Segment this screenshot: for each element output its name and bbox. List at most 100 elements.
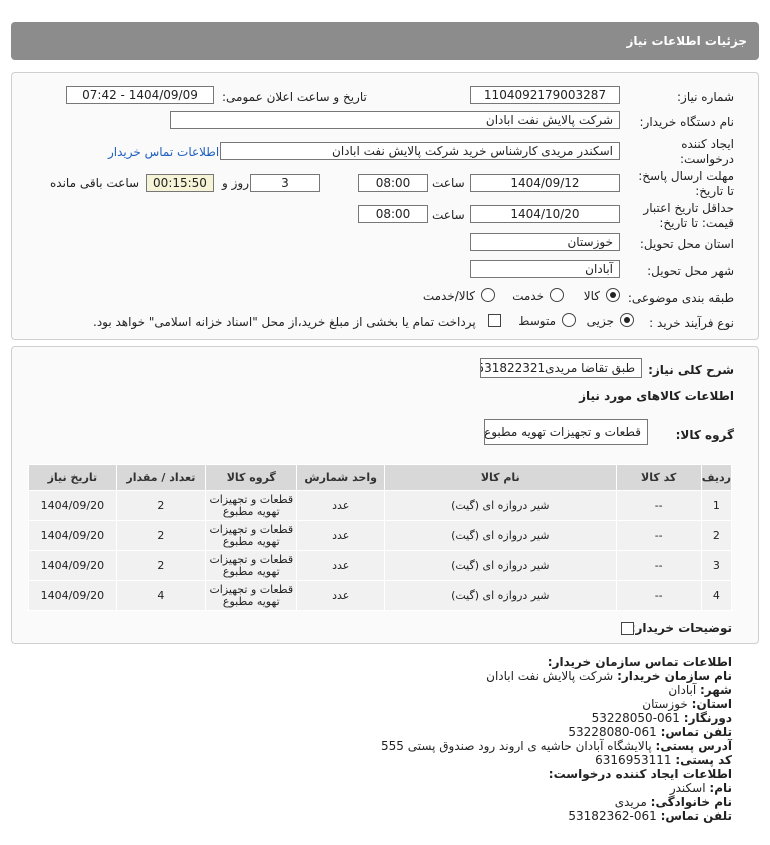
treasury-payment-checkbox[interactable] bbox=[488, 314, 501, 327]
contact-city-label: شهر: bbox=[700, 683, 732, 697]
header-code: کد کالا bbox=[615, 464, 702, 491]
buyer-org-field: شرکت پالایش نفت ابادان bbox=[170, 111, 620, 129]
creator-phone-value: 061-53182362 bbox=[568, 809, 657, 823]
contact-phone-value: 061-53228080 bbox=[568, 725, 657, 739]
buyer-contact-link[interactable]: اطلاعات تماس خریدار bbox=[108, 145, 219, 159]
cell-date: 1404/09/20 bbox=[28, 550, 117, 581]
table-row: 2 -- شیر دروازه ای (گیت) عدد قطعات و تجه… bbox=[28, 520, 733, 551]
contact-postal-value: 6316953111 bbox=[595, 753, 672, 767]
process-radio-medium[interactable] bbox=[562, 313, 576, 327]
announce-label: تاریخ و ساعت اعلان عمومی: bbox=[222, 90, 367, 104]
table-row: 4 -- شیر دروازه ای (گیت) عدد قطعات و تجه… bbox=[28, 580, 733, 611]
cell-group: قطعات و تجهیزات تهویه مطبوع bbox=[205, 520, 298, 551]
contact-org-value: شرکت پالایش نفت ابادان bbox=[486, 669, 614, 683]
remaining-label: ساعت باقی مانده bbox=[50, 176, 140, 190]
buyer-org-label: نام دستگاه خریدار: bbox=[639, 115, 735, 129]
process-option-minor-label: جزیی bbox=[586, 314, 614, 328]
validity-label-1: حداقل تاریخ اعتبار bbox=[643, 201, 734, 215]
cell-code: -- bbox=[615, 490, 702, 521]
category-option-both-label: کالا/خدمت bbox=[422, 289, 475, 303]
province-label: استان محل تحویل: bbox=[639, 237, 734, 251]
buyer-notes-label: توضیحات خریدار: bbox=[630, 621, 732, 635]
treasury-payment-note: پرداخت تمام یا بخشی از مبلغ خرید،از محل … bbox=[93, 315, 476, 329]
goods-group-field: قطعات و تجهیزات تهویه مطبوع bbox=[484, 419, 648, 445]
contact-fax-value: 061-53228050 bbox=[591, 711, 680, 725]
cell-date: 1404/09/20 bbox=[28, 580, 117, 611]
category-radio-goods[interactable] bbox=[606, 288, 620, 302]
contact-fax: دورنگار: 061-53228050 bbox=[592, 711, 732, 725]
header-unit: واحد شمارش bbox=[296, 464, 385, 491]
contact-province-value: خوزستان bbox=[642, 697, 688, 711]
goods-table: ردیف کد کالا نام کالا واحد شمارش گروه کا… bbox=[28, 464, 733, 611]
category-radio-service[interactable] bbox=[550, 288, 564, 302]
cell-code: -- bbox=[615, 580, 702, 611]
cell-qty: 4 bbox=[115, 580, 207, 611]
creator-info-title: اطلاعات ایجاد کننده درخواست: bbox=[549, 767, 732, 781]
contact-postal-label: کد پستی: bbox=[675, 753, 732, 767]
header-group: گروه کالا bbox=[205, 464, 298, 491]
category-radio-both[interactable] bbox=[481, 288, 495, 302]
table-row: 3 -- شیر دروازه ای (گیت) عدد قطعات و تجه… bbox=[28, 550, 733, 581]
creator-label-1: ایجاد کننده bbox=[681, 137, 734, 151]
creator-family-value: مریدی bbox=[614, 795, 647, 809]
contact-city: شهر: آبادان bbox=[668, 683, 732, 697]
cell-name: شیر دروازه ای (گیت) bbox=[383, 490, 617, 521]
description-label: شرح کلی نیاز: bbox=[648, 363, 734, 377]
contact-org-label: نام سازمان خریدار: bbox=[617, 669, 732, 683]
cell-group: قطعات و تجهیزات تهویه مطبوع bbox=[205, 580, 298, 611]
category-option-service-label: خدمت bbox=[512, 289, 544, 303]
creator-name-value: اسکندر bbox=[669, 781, 706, 795]
cell-name: شیر دروازه ای (گیت) bbox=[383, 550, 617, 581]
city-field: آبادان bbox=[470, 260, 620, 278]
contact-phone-label: تلفن تماس: bbox=[660, 725, 732, 739]
cell-row-number: 2 bbox=[700, 520, 733, 551]
header-row-number: ردیف bbox=[700, 464, 733, 491]
table-row: 1 -- شیر دروازه ای (گیت) عدد قطعات و تجه… bbox=[28, 490, 733, 521]
validity-label-2: قیمت: تا تاریخ: bbox=[659, 216, 734, 230]
process-option-medium[interactable]: متوسط bbox=[514, 313, 576, 329]
creator-label-2: درخواست: bbox=[680, 152, 734, 166]
process-radio-minor[interactable] bbox=[620, 313, 634, 327]
cell-code: -- bbox=[615, 520, 702, 551]
contact-fax-label: دورنگار: bbox=[683, 711, 732, 725]
city-label: شهر محل تحویل: bbox=[647, 264, 734, 278]
category-option-goods[interactable]: کالا bbox=[570, 288, 620, 304]
cell-name: شیر دروازه ای (گیت) bbox=[383, 580, 617, 611]
deadline-time-label: ساعت bbox=[432, 176, 465, 190]
cell-qty: 2 bbox=[115, 490, 207, 521]
buyer-notes-checkbox[interactable] bbox=[621, 622, 634, 635]
goods-info-title: اطلاعات کالاهای مورد نیاز bbox=[579, 389, 734, 403]
creator-name-label: نام: bbox=[709, 781, 732, 795]
cell-unit: عدد bbox=[296, 520, 385, 551]
category-option-both[interactable]: کالا/خدمت bbox=[415, 288, 495, 304]
header-qty: تعداد / مقدار bbox=[115, 464, 207, 491]
cell-unit: عدد bbox=[296, 490, 385, 521]
creator-family-label: نام خانوادگی: bbox=[650, 795, 732, 809]
days-label: روز و bbox=[222, 176, 249, 190]
cell-name: شیر دروازه ای (گیت) bbox=[383, 520, 617, 551]
contact-postal: کد پستی: 6316953111 bbox=[595, 753, 732, 767]
province-field: خوزستان bbox=[470, 233, 620, 251]
creator-field: اسکندر مریدی کارشناس خرید شرکت پالایش نف… bbox=[220, 142, 620, 160]
cell-qty: 2 bbox=[115, 550, 207, 581]
need-number-field: 1104092179003287 bbox=[470, 86, 620, 104]
cell-row-number: 4 bbox=[700, 580, 733, 611]
contact-title-text: اطلاعات تماس سازمان خریدار: bbox=[547, 655, 732, 669]
category-label: طبقه بندی موضوعی: bbox=[627, 291, 734, 305]
contact-org: نام سازمان خریدار: شرکت پالایش نفت ابادا… bbox=[486, 669, 732, 683]
category-option-service[interactable]: خدمت bbox=[504, 288, 564, 304]
process-label: نوع فرآیند خرید : bbox=[649, 316, 734, 330]
cell-group: قطعات و تجهیزات تهویه مطبوع bbox=[205, 490, 298, 521]
cell-date: 1404/09/20 bbox=[28, 520, 117, 551]
header-date: تاریخ نیاز bbox=[28, 464, 117, 491]
header-name: نام کالا bbox=[383, 464, 617, 491]
contact-province: استان: خوزستان bbox=[642, 697, 732, 711]
announce-field: 1404/09/09 - 07:42 bbox=[66, 86, 214, 104]
deadline-time-field: 08:00 bbox=[358, 174, 428, 192]
process-option-minor[interactable]: جزیی bbox=[580, 313, 634, 329]
cell-group: قطعات و تجهیزات تهویه مطبوع bbox=[205, 550, 298, 581]
creator-info-title-text: اطلاعات ایجاد کننده درخواست: bbox=[548, 767, 732, 781]
table-header-row: ردیف کد کالا نام کالا واحد شمارش گروه کا… bbox=[28, 464, 733, 491]
contact-phone: تلفن تماس: 061-53228080 bbox=[568, 725, 732, 739]
contact-province-label: استان: bbox=[691, 697, 732, 711]
